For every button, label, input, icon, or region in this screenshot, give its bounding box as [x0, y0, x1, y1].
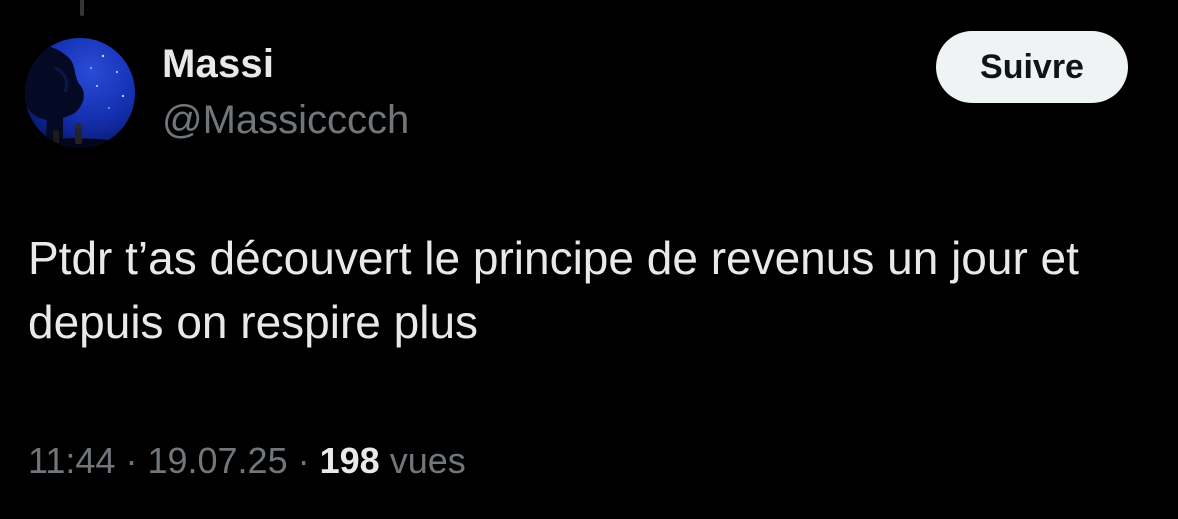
tweet-date[interactable]: 19.07.25	[147, 440, 287, 481]
tweet-text: Ptdr t’as découvert le principe de reven…	[28, 232, 1079, 348]
meta-separator: ·	[125, 440, 138, 481]
author-handle[interactable]: @Massicccch	[162, 98, 409, 143]
tweet-time[interactable]: 11:44	[28, 440, 115, 481]
avatar-image	[25, 38, 135, 148]
follow-button[interactable]: Suivre	[936, 31, 1128, 103]
meta-separator: ·	[297, 440, 310, 481]
views-label[interactable]: vues	[390, 440, 466, 481]
views-count[interactable]: 198	[320, 440, 380, 481]
avatar[interactable]	[25, 38, 135, 148]
author-name[interactable]: Massi	[162, 42, 274, 87]
thread-connector-line	[80, 0, 84, 16]
tweet-meta: 11:44 · 19.07.25 · 198 vues	[28, 440, 466, 482]
